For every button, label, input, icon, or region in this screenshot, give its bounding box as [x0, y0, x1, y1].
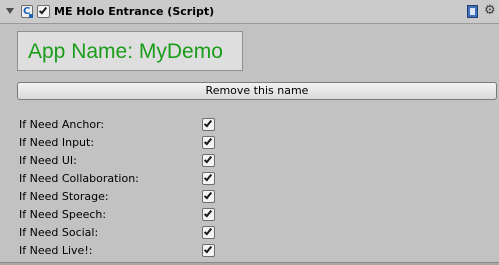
- option-row-speech: If Need Speech:: [19, 207, 489, 223]
- checkmark-icon: [203, 154, 213, 164]
- option-label: If Need Collaboration:: [19, 172, 139, 185]
- option-row-ui: If Need UI:: [19, 153, 489, 169]
- option-row-collaboration: If Need Collaboration:: [19, 171, 489, 187]
- if-need-social-checkbox[interactable]: [202, 226, 215, 239]
- option-label: If Need UI:: [19, 154, 77, 167]
- option-label: If Need Anchor:: [19, 118, 105, 131]
- checkmark-icon: [38, 5, 48, 15]
- if-need-live-checkbox[interactable]: [202, 244, 215, 257]
- if-need-collaboration-checkbox[interactable]: [202, 172, 215, 185]
- option-label: If Need Live!:: [19, 244, 93, 257]
- checkmark-icon: [203, 208, 213, 218]
- checkmark-icon: [203, 172, 213, 182]
- app-name-label: App Name: MyDemo: [28, 40, 223, 63]
- option-row-input: If Need Input:: [19, 135, 489, 151]
- option-row-social: If Need Social:: [19, 225, 489, 241]
- component-title: ME Holo Entrance (Script): [54, 5, 215, 18]
- if-need-speech-checkbox[interactable]: [202, 208, 215, 221]
- option-row-live: If Need Live!:: [19, 243, 489, 259]
- option-label: If Need Social:: [19, 226, 99, 239]
- csharp-script-icon: C: [21, 5, 33, 18]
- component-enabled-checkbox[interactable]: [37, 5, 50, 18]
- option-label: If Need Input:: [19, 136, 95, 149]
- remove-name-button[interactable]: Remove this name: [17, 82, 497, 100]
- app-name-box: App Name: MyDemo: [17, 31, 243, 71]
- if-need-input-checkbox[interactable]: [202, 136, 215, 149]
- option-label: If Need Storage:: [19, 190, 109, 203]
- if-need-storage-checkbox[interactable]: [202, 190, 215, 203]
- foldout-arrow-icon[interactable]: [6, 8, 14, 14]
- help-book-icon[interactable]: [467, 5, 478, 18]
- checkmark-icon: [203, 226, 213, 236]
- checkmark-icon: [203, 244, 213, 254]
- component-header: C ME Holo Entrance (Script) ⚙: [0, 0, 499, 24]
- if-need-anchor-checkbox[interactable]: [202, 118, 215, 131]
- checkmark-icon: [203, 190, 213, 200]
- checkmark-icon: [203, 136, 213, 146]
- option-row-anchor: If Need Anchor:: [19, 117, 489, 133]
- gear-icon[interactable]: ⚙: [484, 4, 496, 18]
- checkmark-icon: [203, 118, 213, 128]
- option-row-storage: If Need Storage:: [19, 189, 489, 205]
- option-label: If Need Speech:: [19, 208, 107, 221]
- if-need-ui-checkbox[interactable]: [202, 154, 215, 167]
